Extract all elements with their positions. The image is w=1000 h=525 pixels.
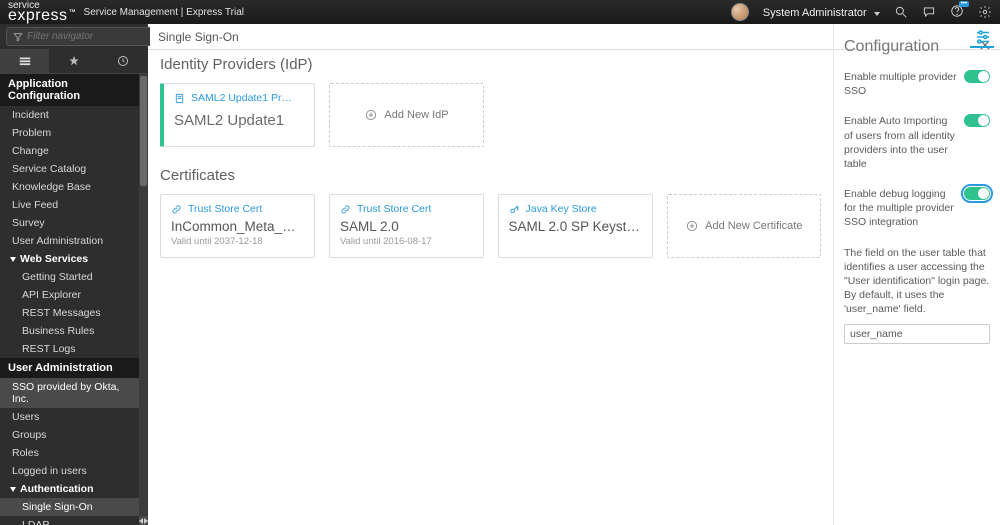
nav-item-ldap[interactable]: LDAP	[0, 516, 139, 525]
nav-item-roles[interactable]: Roles	[0, 444, 139, 462]
cert-sub-1: Valid until 2016-08-17	[340, 236, 473, 247]
cert-title-2: SAML 2.0 SP Keystore	[509, 219, 642, 234]
nav-item-rest-messages[interactable]: REST Messages	[0, 304, 139, 322]
cert-chip-0: Trust Store Cert	[188, 203, 262, 215]
nav-item-survey[interactable]: Survey	[0, 214, 139, 232]
header-subtitle: Service Management | Express Trial	[84, 7, 244, 18]
search-icon[interactable]	[894, 5, 908, 19]
nav-item-users[interactable]: Users	[0, 408, 139, 426]
chevron-down-icon	[874, 12, 880, 16]
nav-item-logged-in-users[interactable]: Logged in users	[0, 462, 139, 480]
cert-chip-2: Java Key Store	[526, 203, 597, 215]
left-iconrow	[0, 49, 148, 74]
add-idp-label: Add New IdP	[384, 109, 448, 121]
nav-item-incident[interactable]: Incident	[0, 106, 139, 124]
clock-icon	[117, 55, 129, 67]
idp-heading: Identity Providers (IdP)	[160, 56, 821, 73]
nav: Application Configuration Incident Probl…	[0, 74, 139, 525]
cfg-label-auto-import: Enable Auto Importing of users from all …	[844, 114, 958, 171]
nav-section-authentication[interactable]: Authentication	[0, 480, 139, 498]
add-cert-label: Add New Certificate	[705, 220, 802, 232]
main-content: Identity Providers (IdP) SAML2 Update1 P…	[148, 24, 833, 525]
nav-item-single-sign-on[interactable]: Single Sign-On	[0, 498, 139, 516]
plus-circle-icon	[685, 219, 699, 233]
chevron-down-icon	[10, 487, 16, 492]
scrollbar-thumb[interactable]	[140, 76, 147, 186]
toggle-auto-import[interactable]	[964, 114, 990, 127]
plus-circle-icon	[364, 108, 378, 122]
chevron-down-icon	[10, 257, 16, 262]
idp-card-chip: SAML2 Update1 Pr…	[191, 92, 292, 104]
link-icon	[171, 204, 182, 215]
nav-item-live-feed[interactable]: Live Feed	[0, 196, 139, 214]
nav-item-user-administration[interactable]: User Administration	[0, 232, 139, 250]
chat-icon[interactable]	[922, 5, 936, 19]
logo-bottom: express	[8, 10, 68, 22]
nav-tab-history[interactable]	[99, 49, 148, 73]
cfg-label-multi-sso: Enable multiple provider SSO	[844, 70, 958, 98]
top-header: service express ™ Service Management | E…	[0, 0, 1000, 24]
scrollbar-track[interactable]	[139, 74, 148, 525]
add-idp-button[interactable]: Add New IdP	[329, 83, 484, 147]
cfg-field-input[interactable]	[844, 324, 990, 344]
header-right: System Administrator •••	[731, 3, 992, 21]
nav-item-change[interactable]: Change	[0, 142, 139, 160]
filter-bar	[0, 24, 148, 49]
nav-item-sso-okta[interactable]: SSO provided by Okta, Inc.	[0, 378, 139, 408]
cert-heading: Certificates	[160, 167, 821, 184]
nav-item-rest-logs[interactable]: REST Logs	[0, 340, 139, 358]
add-cert-button[interactable]: Add New Certificate	[667, 194, 821, 258]
key-icon	[509, 204, 520, 215]
nav-item-api-explorer[interactable]: API Explorer	[0, 286, 139, 304]
username: System Administrator	[763, 7, 867, 19]
nav-item-groups[interactable]: Groups	[0, 426, 139, 444]
cert-chip-1: Trust Store Cert	[357, 203, 431, 215]
idp-card[interactable]: SAML2 Update1 Pr… SAML2 Update1	[160, 83, 315, 147]
cert-title-1: SAML 2.0	[340, 219, 473, 234]
nav-item-knowledge-base[interactable]: Knowledge Base	[0, 178, 139, 196]
funnel-icon	[13, 32, 23, 42]
nav-scroll: Application Configuration Incident Probl…	[0, 74, 148, 525]
help-button[interactable]: •••	[950, 4, 964, 21]
username-menu[interactable]: System Administrator	[763, 5, 880, 19]
config-heading: Configuration	[844, 38, 990, 56]
nav-tab-favorites[interactable]	[49, 49, 98, 73]
nav-header-useradmin[interactable]: User Administration	[0, 358, 139, 378]
cfg-label-debug: Enable debug logging for the multiple pr…	[844, 187, 958, 230]
filter-input-wrap[interactable]	[6, 27, 168, 46]
apps-icon	[18, 54, 32, 68]
tab-title: Single Sign-On	[150, 24, 247, 49]
cert-card-0[interactable]: Trust Store Cert InCommon_Meta_Signing V…	[160, 194, 315, 258]
logo: service express ™	[8, 2, 76, 22]
cert-sub-0: Valid until 2037-12-18	[171, 236, 304, 247]
nav-tab-apps[interactable]	[0, 49, 49, 73]
nav-item-getting-started[interactable]: Getting Started	[0, 268, 139, 286]
config-panel: Configuration Enable multiple provider S…	[833, 24, 1000, 525]
left-column: Application Configuration Incident Probl…	[0, 24, 148, 525]
logo-tm: ™	[69, 10, 76, 15]
sliders-underline	[970, 46, 994, 48]
nav-item-business-rules[interactable]: Business Rules	[0, 322, 139, 340]
toggle-multi-sso[interactable]	[964, 70, 990, 83]
filter-input[interactable]	[27, 31, 161, 42]
cert-title-0: InCommon_Meta_Signing	[171, 219, 304, 234]
cert-card-1[interactable]: Trust Store Cert SAML 2.0 Valid until 20…	[329, 194, 484, 258]
nav-header-appconfig[interactable]: Application Configuration	[0, 74, 139, 106]
cfg-field-desc: The field on the user table that identif…	[844, 246, 990, 317]
toggle-debug[interactable]	[964, 187, 990, 200]
nav-section-web-services[interactable]: Web Services	[0, 250, 139, 268]
idp-card-title: SAML2 Update1	[174, 112, 304, 129]
nav-item-problem[interactable]: Problem	[0, 124, 139, 142]
gear-icon[interactable]	[978, 5, 992, 19]
avatar[interactable]	[731, 3, 749, 21]
help-badge: •••	[959, 1, 969, 7]
logo-top: service	[8, 2, 76, 10]
nav-item-service-catalog[interactable]: Service Catalog	[0, 160, 139, 178]
cert-card-2[interactable]: Java Key Store SAML 2.0 SP Keystore	[498, 194, 653, 258]
sliders-icon[interactable]	[974, 28, 992, 46]
star-icon	[68, 55, 80, 67]
link-icon	[340, 204, 351, 215]
document-icon	[174, 93, 185, 104]
